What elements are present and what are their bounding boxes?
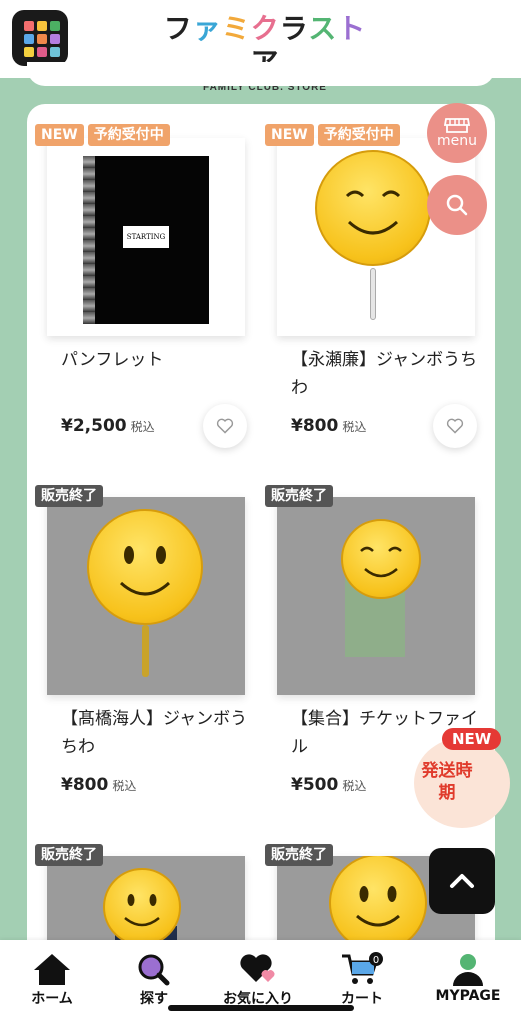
nav-cart[interactable]: 0 カート — [312, 952, 412, 1008]
sold-out-badge: 販売終了 — [35, 844, 103, 866]
shipping-schedule-label: 発送時期 — [421, 761, 473, 803]
shop-awning-icon — [444, 118, 470, 133]
product-title[interactable]: 【永瀬廉】ジャンボうちわ — [291, 346, 481, 402]
scroll-to-top-button[interactable] — [429, 848, 495, 914]
product-price: ¥800 税込 — [61, 775, 137, 795]
sold-out-badge: 販売終了 — [265, 485, 333, 507]
new-badge: NEW — [35, 124, 84, 146]
nav-home-label: ホーム — [31, 991, 73, 1007]
heart-outline-icon — [446, 418, 464, 434]
heart-icon — [240, 954, 275, 982]
badge-group: 販売終了 — [265, 844, 333, 866]
home-indicator — [168, 1005, 354, 1011]
favorite-button[interactable] — [433, 404, 477, 448]
nav-home[interactable]: ホーム — [2, 952, 102, 1008]
new-badge: NEW — [265, 124, 314, 146]
app-grid-icon[interactable] — [12, 10, 68, 66]
preorder-badge: 予約受付中 — [317, 124, 400, 146]
sold-out-badge: 販売終了 — [265, 844, 333, 866]
search-button[interactable] — [427, 175, 487, 235]
favorite-button[interactable] — [203, 404, 247, 448]
product-title[interactable]: 【髙橋海人】ジャンボうちわ — [61, 705, 251, 761]
nav-mypage-label: MYPAGE — [435, 988, 501, 1004]
product-price: ¥500 税込 — [291, 775, 367, 795]
bottom-navigation: ホーム 探す お気に入り 0 カート MYPAGE — [0, 940, 521, 1024]
product-image[interactable]: STARTING — [47, 138, 245, 336]
cart-count: 0 — [373, 955, 379, 966]
pamphlet-cover-label: STARTING — [123, 226, 169, 248]
previous-section-edge — [27, 62, 495, 86]
product-image[interactable] — [277, 497, 475, 695]
product-grid: STARTING NEW 予約受付中 パンフレット ¥2,500 税込 NEW 予… — [27, 104, 495, 1024]
menu-label: menu — [437, 133, 477, 149]
nav-favorites[interactable]: お気に入り — [208, 952, 308, 1008]
pamphlet-image: STARTING — [83, 156, 209, 324]
fan-photo-face — [87, 509, 203, 625]
badge-group: NEW 予約受付中 — [35, 124, 170, 146]
badge-group: 販売終了 — [35, 485, 103, 507]
product-image[interactable] — [47, 497, 245, 695]
fan-photo-face — [103, 868, 181, 946]
ticket-photo-face — [341, 519, 421, 599]
menu-button[interactable]: menu — [427, 103, 487, 163]
cart-icon: 0 — [342, 952, 383, 984]
heart-outline-icon — [216, 418, 234, 434]
product-title[interactable]: パンフレット — [61, 346, 251, 374]
home-icon — [34, 954, 70, 985]
search-icon — [138, 954, 170, 986]
search-icon — [446, 194, 468, 216]
user-icon — [453, 954, 483, 986]
product-price: ¥800 税込 — [291, 416, 367, 436]
sold-out-badge: 販売終了 — [35, 485, 103, 507]
chevron-up-icon — [450, 874, 474, 888]
shipping-new-badge: NEW — [442, 728, 502, 750]
nav-mypage[interactable]: MYPAGE — [418, 952, 518, 1004]
product-price: ¥2,500 税込 — [61, 416, 155, 436]
fan-photo-face — [315, 150, 431, 266]
fan-photo-face — [329, 856, 427, 952]
shipping-schedule-button[interactable]: NEW 発送時期 — [414, 728, 510, 828]
badge-group: NEW 予約受付中 — [265, 124, 400, 146]
nav-search[interactable]: 探す — [104, 952, 204, 1008]
preorder-badge: 予約受付中 — [87, 124, 170, 146]
badge-group: 販売終了 — [35, 844, 103, 866]
badge-group: 販売終了 — [265, 485, 333, 507]
product-image[interactable] — [277, 138, 475, 336]
